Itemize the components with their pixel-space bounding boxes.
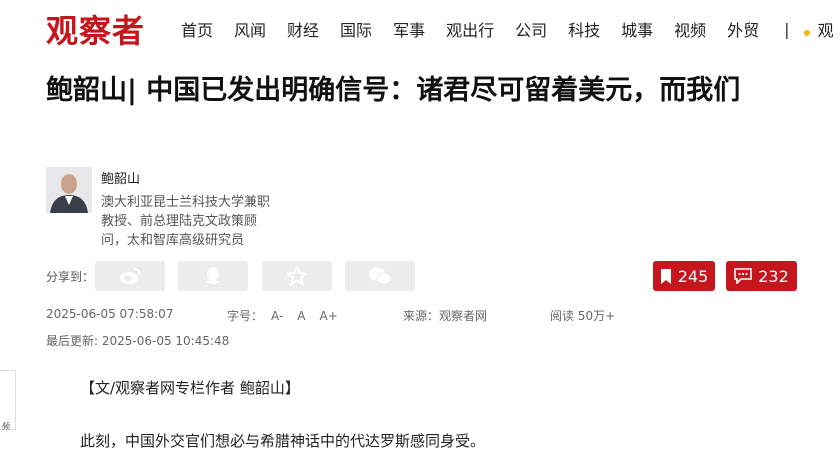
nav-more-label: 观	[817, 21, 834, 40]
weibo-icon	[120, 268, 141, 284]
site-header: 观察者 首页 风闻 财经 国际 军事 观出行 公司 科技 城事 视频 外贸 | …	[0, 0, 840, 56]
article-title: 鲍韶山| 中国已发出明确信号：诸君尽可留着美元，而我们	[46, 75, 741, 106]
last-updated: 最后更新: 2025-06-05 10:45:48	[46, 334, 230, 348]
read-count: 阅读 50万+	[550, 307, 615, 324]
author-name[interactable]: 鲍韶山	[101, 168, 140, 187]
share-qq-button[interactable]	[178, 261, 248, 291]
font-size-label: 字号：	[227, 309, 264, 323]
nav-item-company[interactable]: 公司	[515, 17, 547, 41]
star-icon	[287, 266, 307, 286]
share-label: 分享到：	[46, 270, 95, 284]
nav-more[interactable]: 观	[803, 17, 834, 41]
main-nav: 首页 风闻 财经 国际 军事 观出行 公司 科技 城事 视频 外贸 | 观	[181, 17, 834, 41]
nav-item-trade[interactable]: 外贸	[727, 17, 759, 41]
article-paragraph: 【文/观察者网专栏作者 鲍韶山】	[80, 379, 300, 397]
source-value[interactable]: 观察者网	[439, 309, 487, 323]
nav-item-military[interactable]: 军事	[393, 17, 425, 41]
nav-item-tech[interactable]: 科技	[568, 17, 600, 41]
font-large-button[interactable]: A+	[320, 309, 338, 323]
comment-count: 232	[758, 266, 789, 286]
more-dot-icon	[803, 30, 810, 36]
side-floating-tab[interactable]: 频	[0, 370, 16, 431]
nav-item-travel[interactable]: 观出行	[446, 17, 494, 41]
nav-item-home[interactable]: 首页	[181, 17, 213, 41]
nav-item-video[interactable]: 视频	[674, 17, 706, 41]
author-description: 澳大利亚昆士兰科技大学兼职教授、前总理陆克文政策顾问，太和智库高级研究员	[101, 195, 271, 248]
share-wechat-button[interactable]	[345, 261, 415, 291]
share-favorite-button[interactable]	[262, 261, 332, 291]
bookmark-button[interactable]: 245	[653, 261, 715, 291]
publish-time: 2025-06-05 07:58:07	[46, 307, 174, 321]
side-tab-label: 频	[2, 422, 10, 431]
author-avatar[interactable]	[46, 167, 92, 213]
read-count-value: 50万+	[577, 309, 616, 323]
article-paragraph: 此刻，中国外交官们想必与希腊神话中的代达罗斯感同身受。	[80, 432, 486, 450]
comment-button[interactable]: 232	[726, 261, 797, 291]
font-small-button[interactable]: A-	[271, 309, 283, 323]
nav-separator: |	[784, 19, 790, 39]
nav-item-finance[interactable]: 财经	[287, 17, 319, 41]
read-count-label: 阅读	[550, 309, 575, 323]
article-source: 来源：观察者网	[403, 307, 487, 324]
bookmark-icon	[660, 268, 671, 284]
bookmark-count: 245	[677, 266, 709, 286]
nav-item-fengwen[interactable]: 风闻	[234, 17, 266, 41]
site-logo[interactable]: 观察者	[46, 6, 145, 52]
wechat-icon	[369, 267, 392, 285]
qq-icon	[206, 267, 220, 284]
source-label: 来源：	[403, 309, 440, 323]
nav-item-international[interactable]: 国际	[340, 17, 372, 41]
comment-icon	[734, 268, 753, 284]
font-normal-button[interactable]: A	[297, 309, 305, 323]
share-weibo-button[interactable]	[95, 261, 165, 291]
nav-item-city[interactable]: 城事	[621, 17, 653, 41]
font-size-control: 字号： A- A A+	[227, 307, 338, 324]
